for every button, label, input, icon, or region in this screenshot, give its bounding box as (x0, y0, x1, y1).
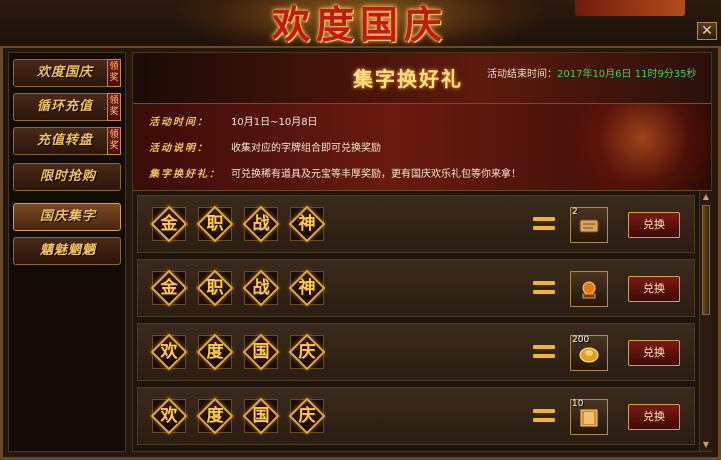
info-value: 可兑换稀有道具及元宝等丰厚奖励，更有国庆欢乐礼包等你来拿！ (231, 169, 521, 180)
scrollbar[interactable]: ▲ ▼ (699, 191, 712, 451)
info-row-desc: 活动说明： 收集对应的字牌组合即可兑换奖励 (149, 140, 381, 158)
info-row-time: 活动时间： 10月1日~10月8日 (149, 114, 318, 132)
char-tile: 神 (288, 205, 326, 243)
close-icon: ✕ (701, 23, 713, 39)
end-time-value: 2017年10月6日 11时9分35秒 (557, 69, 697, 80)
sidebar-item-label: 国庆集字 (39, 209, 96, 224)
char-tile: 神 (288, 269, 326, 307)
char-tile: 庆 (288, 397, 326, 435)
sidebar-item-label: 欢度国庆 (36, 65, 93, 80)
info-key: 活动说明： (149, 143, 209, 154)
scroll-down-icon[interactable]: ▼ (701, 440, 711, 450)
sidebar-item-cyclic-recharge[interactable]: 循环充值 领奖 (13, 93, 121, 121)
panel-title: 集字换好礼 (353, 67, 463, 91)
char-tile: 欢 (150, 397, 188, 435)
char-tile: 金 (150, 205, 188, 243)
sidebar-item-recharge-wheel[interactable]: 充值转盘 领奖 (13, 127, 121, 155)
info-section: 活动时间： 10月1日~10月8日 活动说明： 收集对应的字牌组合即可兑换奖励 集字… (133, 104, 711, 191)
char-tile: 战 (242, 269, 280, 307)
claim-badge[interactable]: 领奖 (107, 59, 121, 87)
exchange-row: 欢 度 国 庆 200 兑换 (137, 323, 695, 381)
sidebar-item-label: 限时抢购 (39, 169, 96, 184)
main-panel: 集字换好礼 活动结束时间：2017年10月6日 11时9分35秒 活动时间： 10… (132, 52, 712, 452)
exchange-row: 金 职 战 神 2 兑换 (137, 195, 695, 253)
sidebar-item-demons[interactable]: 魑魅魍魉 (13, 237, 121, 265)
claim-badge[interactable]: 领奖 (107, 93, 121, 121)
sidebar-item-label: 充值转盘 (36, 133, 93, 148)
char-tile: 庆 (288, 333, 326, 371)
exchange-row: 欢 度 国 庆 10 兑换 (137, 387, 695, 445)
exchange-button[interactable]: 兑换 (628, 276, 680, 302)
char-tile: 职 (196, 205, 234, 243)
reward-slot[interactable]: 200 (570, 335, 608, 371)
sidebar-item-national-day[interactable]: 欢度国庆 领奖 (13, 59, 121, 87)
char-tile: 职 (196, 269, 234, 307)
info-value: 10月1日~10月8日 (231, 117, 318, 128)
char-tile: 战 (242, 205, 280, 243)
equals-icon (533, 407, 555, 425)
gold-ingot-icon (579, 347, 599, 363)
char-tile: 国 (242, 333, 280, 371)
exchange-row: 金 职 战 神 兑换 (137, 259, 695, 317)
exchange-button[interactable]: 兑换 (628, 404, 680, 430)
reward-slot[interactable] (570, 271, 608, 307)
char-tile: 国 (242, 397, 280, 435)
banner-corner-decoration (575, 0, 685, 16)
info-key: 活动时间： (149, 117, 209, 128)
equals-icon (533, 215, 555, 233)
exchange-list: 金 职 战 神 2 兑换 金 职 战 神 兑换 欢 度 国 庆 200 兑换 欢… (133, 191, 699, 451)
equals-icon (533, 279, 555, 297)
reward-quantity: 2 (572, 207, 578, 217)
info-key: 集字换好礼： (149, 169, 221, 180)
reward-slot[interactable]: 10 (570, 399, 608, 435)
reward-slot[interactable]: 2 (570, 207, 608, 243)
banner-title: 欢度国庆 (271, 2, 448, 47)
sidebar-item-flash-sale[interactable]: 限时抢购 (13, 163, 121, 191)
scroll-icon (579, 219, 599, 233)
sidebar-item-word-collect[interactable]: 国庆集字 (13, 203, 121, 231)
scroll-thumb[interactable] (702, 205, 710, 315)
sidebar: 欢度国庆 领奖 循环充值 领奖 充值转盘 领奖 限时抢购 国庆集字 魑魅魍魉 (8, 52, 126, 452)
exchange-button[interactable]: 兑换 (628, 212, 680, 238)
char-tile: 度 (196, 333, 234, 371)
scroll-up-icon[interactable]: ▲ (701, 192, 711, 202)
end-time: 活动结束时间：2017年10月6日 11时9分35秒 (487, 65, 697, 80)
info-row-reward: 集字换好礼： 可兑换稀有道具及元宝等丰厚奖励，更有国庆欢乐礼包等你来拿！ (149, 166, 521, 184)
char-tile: 欢 (150, 333, 188, 371)
char-tile: 金 (150, 269, 188, 307)
claim-badge[interactable]: 领奖 (107, 127, 121, 155)
end-time-label: 活动结束时间： (487, 69, 557, 80)
fireworks-decoration (541, 104, 711, 190)
panel-header: 集字换好礼 活动结束时间：2017年10月6日 11时9分35秒 (133, 53, 711, 104)
book-icon (580, 409, 598, 427)
top-banner: 欢度国庆 ✕ (0, 0, 721, 48)
sidebar-item-label: 循环充值 (36, 99, 93, 114)
char-tile: 度 (196, 397, 234, 435)
orb-icon (582, 281, 596, 299)
equals-icon (533, 343, 555, 361)
close-button[interactable]: ✕ (697, 22, 717, 40)
exchange-button[interactable]: 兑换 (628, 340, 680, 366)
info-value: 收集对应的字牌组合即可兑换奖励 (231, 143, 381, 154)
sidebar-item-label: 魑魅魍魉 (39, 243, 96, 258)
